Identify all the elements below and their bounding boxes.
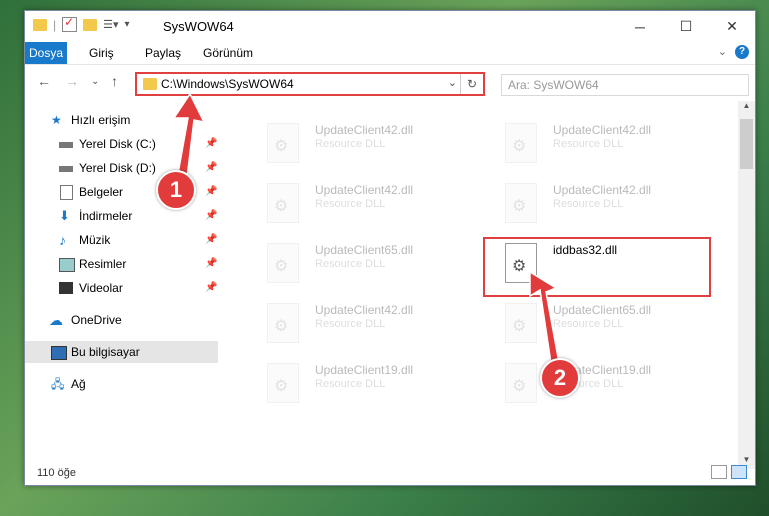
annotation-arrows (172, 92, 561, 371)
step-2-badge: 2 (540, 358, 580, 398)
arrow-2-icon (529, 270, 561, 371)
step-1-badge: 1 (156, 170, 196, 210)
